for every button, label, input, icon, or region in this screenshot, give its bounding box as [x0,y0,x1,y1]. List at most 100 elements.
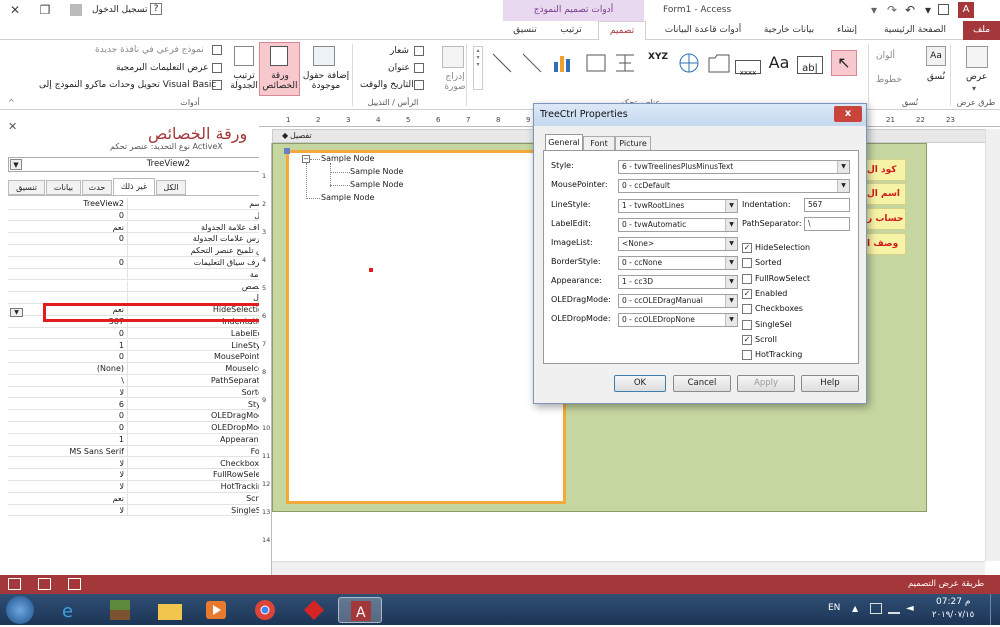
selection-handle[interactable] [284,148,290,154]
tab-external-data[interactable]: بيانات خارجية [755,21,823,40]
property-value[interactable]: نعم [8,221,128,233]
prop-tab-data[interactable]: بيانات [46,180,81,195]
clock-time[interactable]: 07:27 م [936,597,970,607]
fonts-button[interactable]: خطوط [876,75,902,85]
property-value[interactable]: 0 [8,327,128,339]
vertical-scrollbar[interactable] [985,129,1000,561]
checkbox-label[interactable]: Checkboxes [755,304,803,313]
property-row[interactable]: 0 MousePointer [8,351,273,364]
line-control-icon[interactable] [519,50,545,76]
prop-tab-event[interactable]: حدث [82,180,112,195]
field-label[interactable]: حساب ر [866,208,906,230]
property-row[interactable]: MS Sans SerifFont [8,445,273,458]
property-row[interactable]: نعم إيقاف علامة الجدولة [8,221,273,234]
checkbox-label[interactable]: HideSelection [755,243,810,252]
form-view-icon[interactable] [68,578,81,590]
subform-new-window-button[interactable]: نموذج فرعي في نافذة جديدة [95,45,204,55]
selection-combo[interactable]: TreeView2 ▼ [8,157,271,172]
tab-control-icon[interactable] [706,50,732,76]
checkbox[interactable]: ✓ [742,243,752,253]
mousepointer-combo[interactable]: 0 - ccDefault ▼ [618,179,850,193]
property-value[interactable]: 0 [8,233,128,245]
property-value[interactable]: 6 [8,398,128,410]
volume-icon[interactable]: ◄ [906,603,914,614]
property-value[interactable]: لا [8,504,128,516]
property-value[interactable]: 0 [8,209,128,221]
chevron-down-icon[interactable]: ▼ [10,308,23,317]
property-row[interactable]: 0 فهرس علامات الجدولة [8,233,273,246]
checkbox[interactable] [742,258,752,269]
tree-node[interactable]: Sample Node [350,167,403,176]
property-value[interactable]: MS Sans Serif [8,445,128,457]
property-row[interactable]: (None) MouseIcon [8,363,273,375]
checkbox[interactable]: ✓ [742,288,752,299]
access-task-icon[interactable]: A [338,597,382,623]
checkbox-label[interactable]: FullRowSelect [755,274,810,283]
property-row[interactable]: 0 OLEDropMode [8,422,273,434]
property-row[interactable]: 1 Appearance [8,434,273,446]
help-button[interactable]: Help [801,375,859,392]
themes-button[interactable]: نُسق [927,72,945,82]
property-value[interactable] [8,268,128,280]
rectangle-control-icon[interactable] [489,50,515,76]
linestyle-combo[interactable]: 1 - tvwRootLines ▼ [618,199,738,213]
navigation-control-icon[interactable] [612,50,638,76]
property-value[interactable]: لا [8,457,128,469]
property-value[interactable]: لا [8,481,128,493]
dialog-tab-picture[interactable]: Picture [615,136,651,151]
property-value[interactable]: 0 [8,257,128,268]
checkbox[interactable] [742,304,752,315]
dialog-tab-font[interactable]: Font [583,136,615,151]
action-center-icon[interactable] [870,603,882,614]
undo-icon[interactable]: ↶ [905,3,915,17]
property-row[interactable]: TreeView2الاسم [8,198,273,210]
property-row[interactable]: لا SingleSel [8,504,273,517]
undo-dropdown-icon[interactable]: ▾ [925,3,931,17]
app-red-icon[interactable] [292,597,336,623]
property-value[interactable]: 0 [8,422,128,434]
property-row[interactable]: لا Checkboxes [8,457,273,470]
tray-expand-icon[interactable]: ▲ [852,604,858,613]
prop-tab-format[interactable]: تنسيق [8,180,45,195]
field-label[interactable]: وصف ا [866,233,906,255]
property-row[interactable]: 0 OLEDragMode [8,410,273,423]
tree-collapse-icon[interactable]: − [302,155,310,163]
property-row[interactable]: 0 معرف سياق التعليمات [8,257,273,269]
tree-node[interactable]: Sample Node [321,193,374,202]
qat-customize-icon[interactable]: ▾ [871,3,877,17]
tab-home[interactable]: الصفحة الرئيسية [870,21,960,40]
property-value[interactable] [8,292,128,304]
chrome-icon[interactable] [243,597,287,623]
checkbox-label[interactable]: SingleSel [755,320,792,329]
oledropmode-combo[interactable]: 0 - ccOLEDropNone ▼ [618,313,738,327]
horizontal-scrollbar[interactable] [272,561,985,575]
tree-node[interactable]: Sample Node [321,154,374,163]
label-control-icon[interactable]: Aa [766,50,792,76]
file-explorer-icon[interactable] [148,597,192,623]
property-row[interactable]: علامة [8,268,273,281]
design-view-icon[interactable] [8,578,21,590]
property-row[interactable]: مخصص [8,280,273,293]
controls-scroll-icon[interactable]: ▴ ▾ ▾ [473,46,483,90]
ie-icon[interactable]: e [48,597,92,623]
add-existing-fields-button[interactable]: إضافة حقول موجودة [300,71,352,91]
tab-format[interactable]: تنسيق [503,21,547,40]
datetime-button[interactable]: التاريخ والوقت [360,80,414,90]
tab-arrange[interactable]: ترتيب [548,21,594,40]
property-row[interactable]: لا HotTracking [8,481,273,493]
restore-window-button[interactable]: ❐ [30,0,60,21]
property-value[interactable]: لا [8,386,128,398]
field-label[interactable]: كود ال [866,159,906,181]
indentation-input[interactable]: 567 [804,198,850,212]
language-indicator[interactable]: EN [828,603,840,613]
property-row[interactable]: لا FullRowSelect [8,469,273,482]
cancel-button[interactable]: Cancel [673,375,731,392]
checkbox[interactable] [742,273,752,284]
select-cursor-icon[interactable]: ↖ [831,50,857,76]
property-row[interactable]: 1 LineStyle [8,339,273,352]
checkbox-label[interactable]: Sorted [755,258,781,267]
title-button[interactable]: عنوان [388,63,410,73]
treeview-control[interactable] [286,150,566,504]
view-code-button[interactable]: عرض التعليمات البرمجية [116,63,208,73]
property-row[interactable]: 0 LabelEdit [8,327,273,340]
